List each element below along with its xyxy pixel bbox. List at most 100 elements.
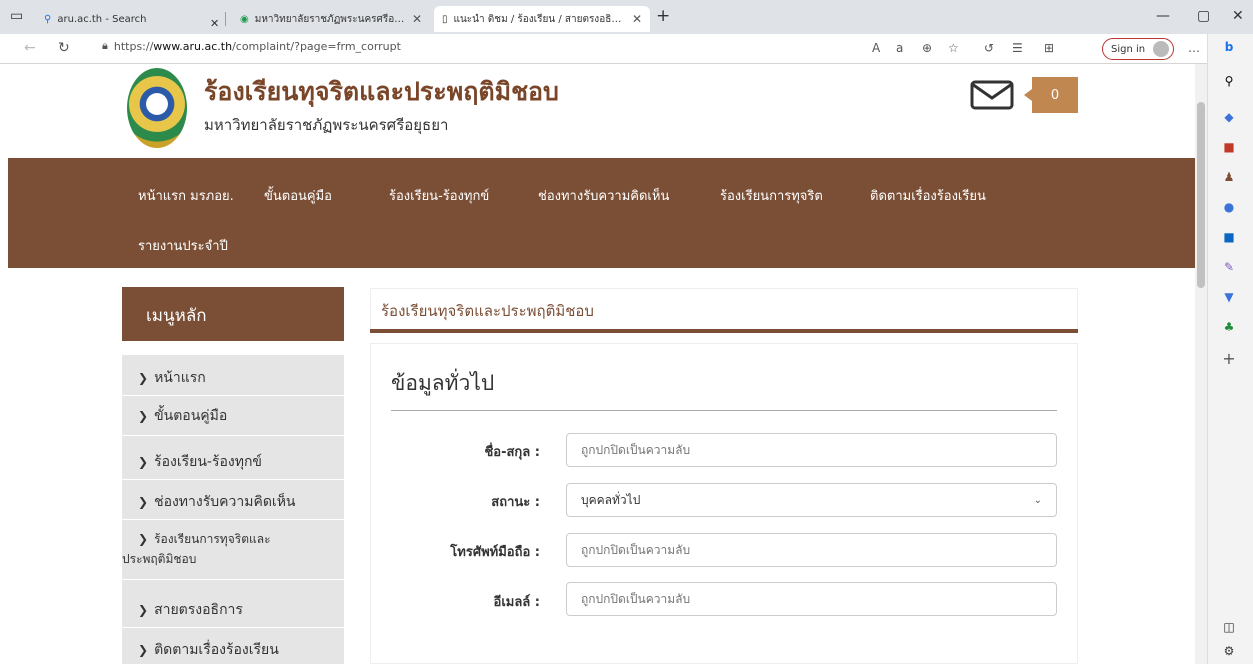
collections-icon[interactable]: ⊞ xyxy=(1044,41,1054,55)
email-label: อีเมลล์ : xyxy=(493,595,540,610)
section-divider xyxy=(391,410,1057,411)
favorite-add-icon[interactable]: ☆ xyxy=(948,41,959,55)
chevron-right-icon: ❯ xyxy=(138,603,149,617)
site-favicon-icon: ◉ xyxy=(240,13,249,25)
designer-icon[interactable]: ✎ xyxy=(1222,260,1236,274)
people-icon[interactable]: ♟ xyxy=(1222,170,1236,184)
nav-item-feedback[interactable]: ช่องทางรับความคิดเห็น xyxy=(538,185,669,206)
site-title: ร้องเรียนทุจริตและประพฤติมิชอบ xyxy=(204,77,559,106)
phone-field[interactable] xyxy=(566,533,1057,567)
minimize-icon[interactable]: — xyxy=(1156,8,1170,24)
zoom-icon[interactable]: ⊕ xyxy=(922,41,932,55)
university-logo xyxy=(127,68,187,148)
lock-icon: 🔒︎ xyxy=(102,39,108,52)
nav-item-corruption[interactable]: ร้องเรียนการทุจริต xyxy=(720,185,823,206)
email-field[interactable] xyxy=(566,582,1057,616)
add-icon[interactable]: + xyxy=(1222,351,1236,367)
tab-university[interactable]: ◉ มหาวิทยาลัยราชภัฏพระนครศรีอยุธยา ✕ xyxy=(232,6,430,32)
outlook-icon[interactable]: ■ xyxy=(1222,230,1236,244)
url-path: /complaint/?page=frm_corrupt xyxy=(232,39,401,53)
sign-in-label: Sign in xyxy=(1111,43,1146,55)
drop-icon[interactable]: ▼ xyxy=(1222,290,1236,304)
nav-item-tracking[interactable]: ติดตามเรื่องร้องเรียน xyxy=(870,185,986,206)
window-menu-icon[interactable]: ▭ xyxy=(10,8,23,24)
divider xyxy=(122,479,344,480)
tab-close-icon[interactable]: ✕ xyxy=(210,10,219,36)
browser-tab-bar: ▭ ⚲ aru.ac.th - Search ✕ ◉ มหาวิทยาลัยรา… xyxy=(0,0,1253,34)
tab-search[interactable]: ⚲ aru.ac.th - Search xyxy=(36,6,200,32)
refresh-icon[interactable]: ↻ xyxy=(58,40,70,56)
mail-icon[interactable] xyxy=(970,80,1018,110)
sidebar-item-manual[interactable]: ❯ ขั้นตอนคู่มือ xyxy=(122,405,344,427)
sidebar-item-feedback[interactable]: ❯ ช่องทางรับความคิดเห็น xyxy=(122,491,344,513)
tag-icon[interactable]: ◆ xyxy=(1222,110,1236,124)
tab-label: แนะนำ ติชม / ร้องเรียน / สายตรงอธิการ xyxy=(453,13,626,25)
sidebar-item-complaint[interactable]: ❯ ร้องเรียน-ร้องทุกข์ xyxy=(122,451,344,473)
sidebar-item-label: ร้องเรียน-ร้องทุกข์ xyxy=(154,454,262,470)
briefcase-icon[interactable]: ■ xyxy=(1222,140,1236,154)
sidebar-item-president[interactable]: ❯ สายตรงอธิการ xyxy=(122,599,344,621)
sidebar-item-label: ติดตามเรื่องร้องเรียน xyxy=(154,642,279,658)
edge-sidebar: b ⚲ ◆ ■ ♟ ● ■ ✎ ▼ ♣ + ◫ ⚙ xyxy=(1207,34,1253,664)
mail-count-badge[interactable]: 0 xyxy=(1024,77,1078,113)
divider xyxy=(122,435,344,436)
tab-divider xyxy=(225,12,226,26)
close-icon[interactable]: ✕ xyxy=(632,12,642,26)
sidebar-item-tracking[interactable]: ❯ ติดตามเรื่องร้องเรียน xyxy=(122,639,344,661)
more-icon[interactable]: … xyxy=(1188,41,1200,55)
favorites-icon[interactable]: ☰ xyxy=(1012,41,1023,55)
name-label: ชื่อ-สกุล : xyxy=(484,445,540,460)
window-close-icon[interactable]: ✕ xyxy=(1232,8,1244,24)
scrollbar-thumb[interactable] xyxy=(1197,102,1205,288)
nav-item-annual-report[interactable]: รายงานประจำปี xyxy=(138,235,228,256)
translate-icon[interactable]: a xyxy=(896,41,903,55)
sidebar-item-corruption[interactable]: ❯ ร้องเรียนการทุจริตและ ประพฤติมิชอบ xyxy=(122,529,344,569)
sidebar-item-home[interactable]: ❯ หน้าแรก xyxy=(122,367,344,389)
refresh-ext-icon[interactable]: ↺ xyxy=(984,41,994,55)
search-icon: ⚲ xyxy=(44,13,52,25)
settings-icon[interactable]: ⚙ xyxy=(1222,644,1236,658)
page-icon: ▯ xyxy=(442,13,448,25)
nav-item-manual[interactable]: ขั้นตอนคู่มือ xyxy=(264,185,332,206)
games-icon[interactable]: ● xyxy=(1222,200,1236,214)
new-tab-icon[interactable]: + xyxy=(656,6,670,26)
sidebar-item-label: หน้าแรก xyxy=(154,370,206,386)
url-field[interactable]: 🔒︎ https://www.aru.ac.th/complaint/?page… xyxy=(102,39,401,53)
divider xyxy=(122,627,344,628)
sidebar-item-label: ขั้นตอนคู่มือ xyxy=(154,408,228,424)
sign-in-button[interactable]: Sign in xyxy=(1102,38,1174,60)
avatar xyxy=(1153,41,1169,57)
back-icon[interactable]: ← xyxy=(24,40,36,56)
url-prefix: https:// xyxy=(113,39,154,53)
chevron-right-icon: ❯ xyxy=(138,371,149,385)
chevron-right-icon: ❯ xyxy=(138,532,149,546)
nav-item-complaint[interactable]: ร้องเรียน-ร้องทุกข์ xyxy=(389,185,489,206)
site-subtitle: มหาวิทยาลัยราชภัฏพระนครศรีอยุธยา xyxy=(204,116,449,134)
section-title: ข้อมูลทั่วไป xyxy=(391,371,495,395)
status-select[interactable]: บุคคลทั่วไป ⌄ xyxy=(566,483,1057,517)
tree-icon[interactable]: ♣ xyxy=(1222,320,1236,334)
vertical-scrollbar[interactable] xyxy=(1195,64,1207,664)
sidebar-item-label: ช่องทางรับความคิดเห็น xyxy=(154,494,296,510)
status-selected-value: บุคคลทั่วไป xyxy=(581,492,641,507)
name-field[interactable] xyxy=(566,433,1057,467)
restore-icon[interactable]: ▢ xyxy=(1197,8,1210,24)
url-domain: www.aru.ac.th xyxy=(153,39,233,53)
phone-label: โทรศัพท์มือถือ : xyxy=(450,545,540,560)
chevron-right-icon: ❯ xyxy=(138,409,149,423)
nav-item-home[interactable]: หน้าแรก มรภอย. xyxy=(138,185,234,206)
tab-label: มหาวิทยาลัยราชภัฏพระนครศรีอยุธยา xyxy=(254,13,406,25)
close-icon[interactable]: ✕ xyxy=(412,12,422,26)
chevron-right-icon: ❯ xyxy=(138,455,149,469)
divider xyxy=(122,395,344,396)
sidebar-toggle-icon[interactable]: ◫ xyxy=(1222,620,1236,634)
search-icon[interactable]: ⚲ xyxy=(1222,74,1236,88)
sidebar-heading: เมนูหลัก xyxy=(122,287,344,341)
mail-count: 0 xyxy=(1050,87,1060,103)
status-label: สถานะ : xyxy=(491,495,540,510)
sidebar-item-label-line2: ประพฤติมิชอบ xyxy=(122,552,197,566)
tab-complaint[interactable]: ▯ แนะนำ ติชม / ร้องเรียน / สายตรงอธิการ … xyxy=(434,6,650,32)
sidebar-item-label: ร้องเรียนการทุจริตและ xyxy=(154,532,271,546)
bing-icon[interactable]: b xyxy=(1222,40,1236,54)
read-aloud-icon[interactable]: A xyxy=(872,41,880,55)
